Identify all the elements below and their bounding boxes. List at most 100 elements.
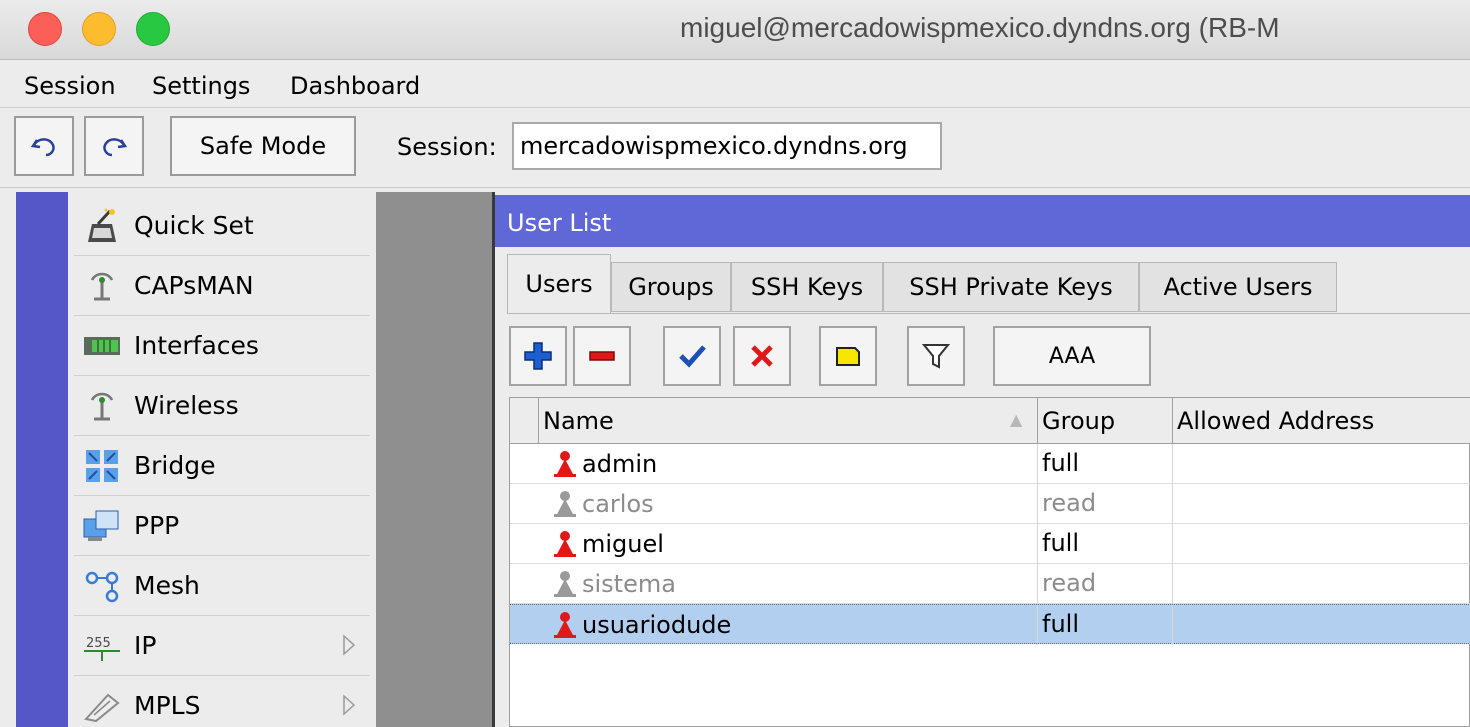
sidebar-strip <box>16 192 68 727</box>
filter-icon <box>921 344 951 369</box>
column-header-label: Name <box>543 407 614 435</box>
cell-group: read <box>1037 484 1100 524</box>
antenna-icon <box>80 386 124 426</box>
cell-allowed-address <box>1172 484 1470 524</box>
sidebar-item-interfaces[interactable]: Interfaces <box>74 316 370 376</box>
add-button[interactable] <box>509 326 567 386</box>
cell-allowed-address <box>1172 524 1470 564</box>
users-table: Name ▲ Group Allowed Address admin full ca… <box>509 397 1470 727</box>
table-row[interactable]: carlos read <box>510 484 1470 524</box>
sidebar-item-label: Bridge <box>134 451 216 480</box>
user-name: admin <box>582 450 658 478</box>
minimize-window-button[interactable] <box>82 12 116 46</box>
workspace-background <box>376 192 492 727</box>
cell-allowed-address <box>1172 605 1470 645</box>
ip-icon: 255 <box>80 626 124 666</box>
column-header-name[interactable]: Name <box>538 398 1037 444</box>
window-title: miguel@mercadowispmexico.dyndns.org (RB-… <box>680 12 1280 43</box>
session-label: Session: <box>397 133 497 161</box>
user-name: sistema <box>582 570 676 598</box>
bridge-icon <box>80 446 124 486</box>
user-icon <box>554 531 576 557</box>
title-bar: miguel@mercadowispmexico.dyndns.org (RB-… <box>0 0 1470 60</box>
tab-ssh-private-keys[interactable]: SSH Private Keys <box>883 262 1139 312</box>
sidebar-item-mpls[interactable]: MPLS <box>74 676 370 727</box>
cell-group: full <box>1037 605 1083 645</box>
mpls-icon <box>80 686 124 726</box>
cell-name: admin <box>548 444 661 484</box>
plus-icon <box>524 342 552 370</box>
aaa-button[interactable]: AAA <box>993 326 1151 386</box>
x-icon <box>751 345 773 367</box>
user-list-title: User List <box>495 195 1470 247</box>
sidebar-item-label: PPP <box>134 511 180 540</box>
table-row[interactable]: admin full <box>510 444 1470 484</box>
tab-ssh-keys[interactable]: SSH Keys <box>731 262 883 312</box>
menu-settings[interactable]: Settings <box>152 72 250 100</box>
filter-button[interactable] <box>907 326 965 386</box>
sidebar-item-ip[interactable]: 255 IP <box>74 616 370 676</box>
menu-bar: Session Settings Dashboard <box>0 62 1470 108</box>
svg-text:255: 255 <box>86 636 111 651</box>
antenna-icon <box>80 266 124 306</box>
tab-active-users[interactable]: Active Users <box>1139 262 1337 312</box>
cell-group: full <box>1037 444 1083 484</box>
user-name: usuariodude <box>582 611 732 639</box>
table-row[interactable]: sistema read <box>510 564 1470 604</box>
enable-button[interactable] <box>663 326 721 386</box>
submenu-arrow-icon <box>343 694 356 716</box>
undo-icon <box>30 138 55 157</box>
sidebar-item-wireless[interactable]: Wireless <box>74 376 370 436</box>
comment-button[interactable] <box>819 326 877 386</box>
undo-button[interactable] <box>14 116 74 176</box>
sidebar-item-bridge[interactable]: Bridge <box>74 436 370 496</box>
cell-allowed-address <box>1172 444 1470 484</box>
menu-dashboard[interactable]: Dashboard <box>290 72 420 100</box>
remove-button[interactable] <box>573 326 631 386</box>
interfaces-icon <box>80 326 124 366</box>
sidebar-item-quick-set[interactable]: Quick Set <box>74 196 370 256</box>
maximize-window-button[interactable] <box>136 12 170 46</box>
cell-name: sistema <box>548 564 680 604</box>
ppp-icon <box>80 506 124 546</box>
table-header: Name ▲ Group Allowed Address <box>510 398 1470 444</box>
sidebar: Quick Set CAPsMAN Interfaces Wireless Br… <box>68 192 376 727</box>
sidebar-item-mesh[interactable]: Mesh <box>74 556 370 616</box>
redo-button[interactable] <box>84 116 144 176</box>
sidebar-item-label: CAPsMAN <box>134 271 254 300</box>
sidebar-item-label: Quick Set <box>134 211 254 240</box>
cell-allowed-address <box>1172 564 1470 604</box>
column-header-allowed-address[interactable]: Allowed Address <box>1172 398 1470 444</box>
user-name: miguel <box>582 530 664 558</box>
user-list-window: User List Users Groups SSH Keys SSH Priv… <box>492 192 1470 727</box>
sidebar-item-label: MPLS <box>134 691 201 720</box>
cell-group: read <box>1037 564 1100 604</box>
safe-mode-button[interactable]: Safe Mode <box>170 116 356 176</box>
sort-ascending-icon: ▲ <box>1010 410 1023 429</box>
user-name: carlos <box>582 490 654 518</box>
sidebar-item-label: Mesh <box>134 571 200 600</box>
menu-session[interactable]: Session <box>24 72 116 100</box>
user-icon <box>554 451 576 477</box>
table-row[interactable]: usuariodude full <box>510 604 1470 645</box>
redo-icon <box>103 138 128 157</box>
user-icon <box>554 491 576 517</box>
disable-button[interactable] <box>733 326 791 386</box>
cell-name: usuariodude <box>548 605 735 645</box>
wand-icon <box>80 206 124 246</box>
tab-users[interactable]: Users <box>507 254 611 314</box>
comment-icon <box>836 347 860 366</box>
cell-name: miguel <box>548 524 668 564</box>
column-header-group[interactable]: Group <box>1037 398 1172 444</box>
sidebar-item-capsman[interactable]: CAPsMAN <box>74 256 370 316</box>
cell-group: full <box>1037 524 1083 564</box>
toolbar: Safe Mode Session: mercadowispmexico.dyn… <box>0 108 1470 188</box>
mesh-icon <box>80 566 124 606</box>
close-window-button[interactable] <box>28 12 62 46</box>
sidebar-item-ppp[interactable]: PPP <box>74 496 370 556</box>
check-icon <box>679 345 706 368</box>
sidebar-item-label: IP <box>134 631 157 660</box>
table-row[interactable]: miguel full <box>510 524 1470 564</box>
tab-groups[interactable]: Groups <box>611 262 731 312</box>
session-field[interactable]: mercadowispmexico.dyndns.org <box>512 122 942 170</box>
